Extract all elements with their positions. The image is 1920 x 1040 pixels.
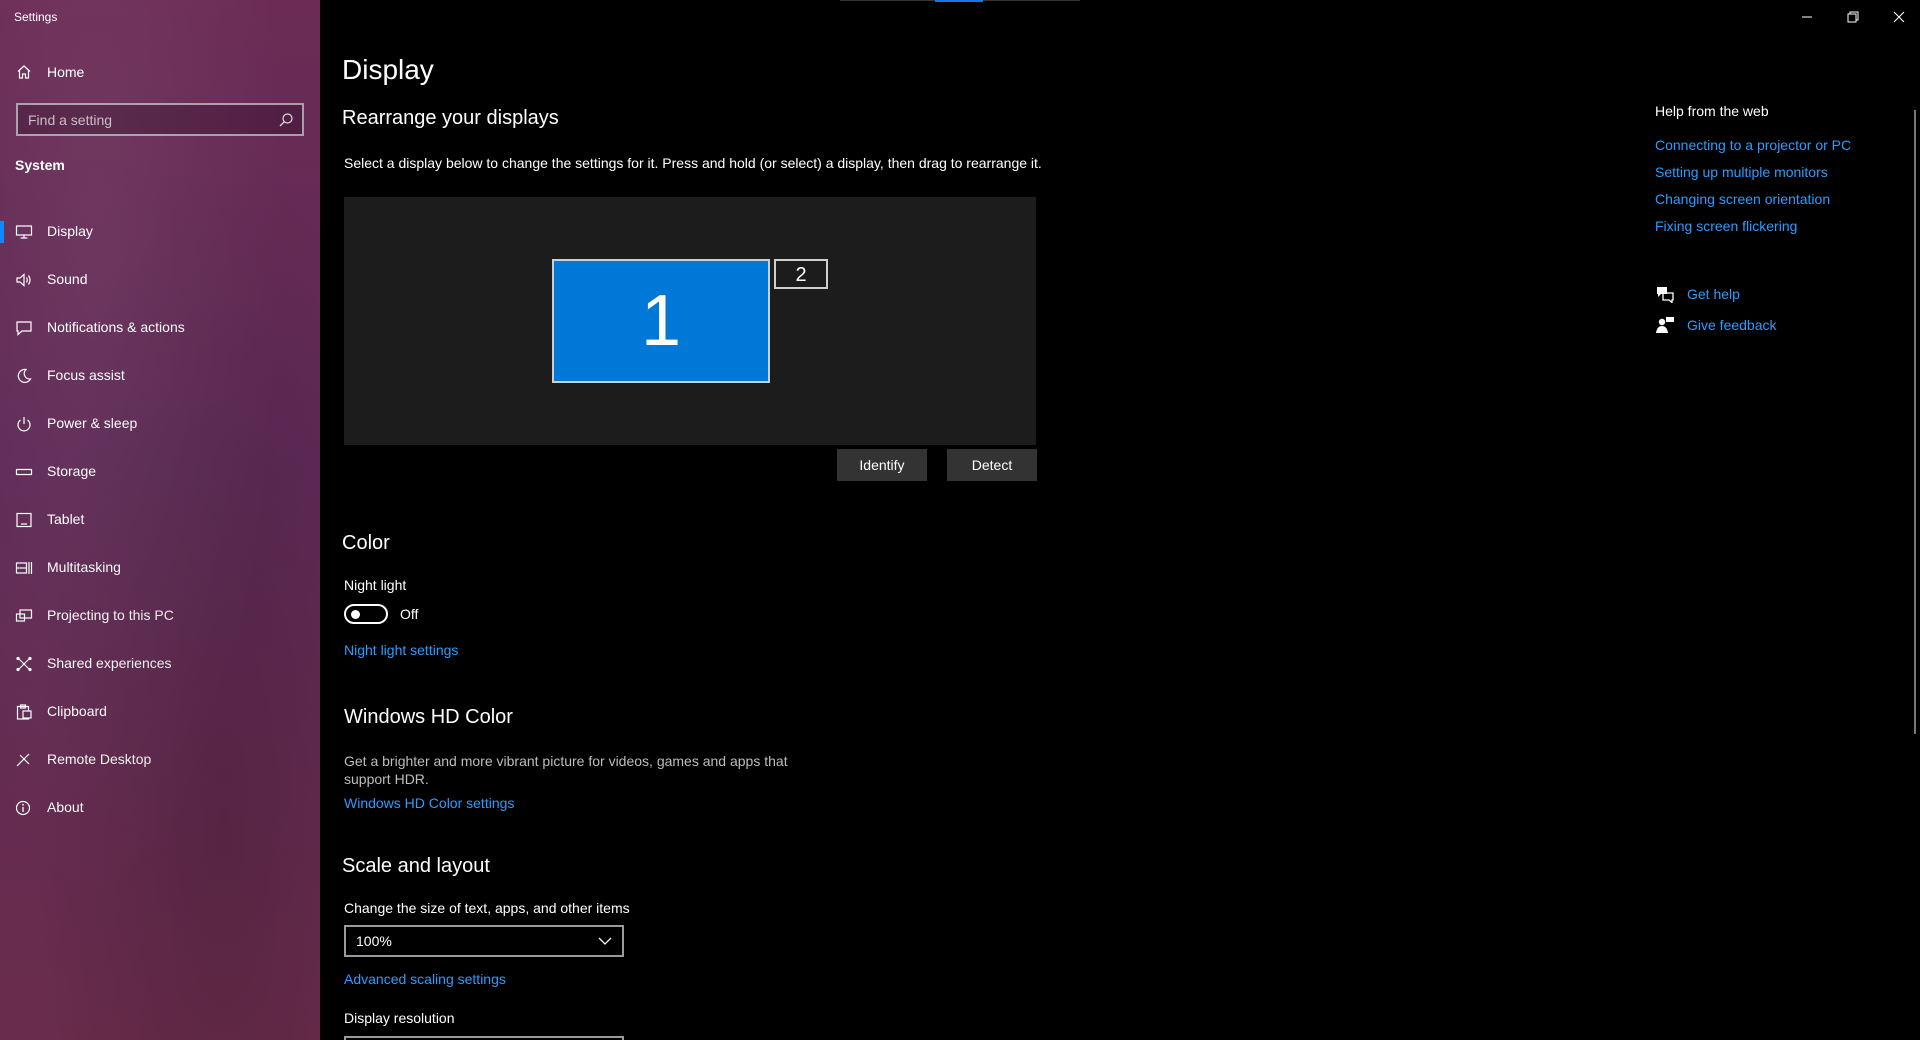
sidebar-item-about[interactable]: About xyxy=(0,784,320,832)
sidebar-item-label: Multitasking xyxy=(47,559,121,575)
sidebar-item-label: Tablet xyxy=(47,511,85,527)
sidebar-item-home[interactable]: Home xyxy=(0,58,320,86)
minimize-button[interactable] xyxy=(1796,6,1818,28)
scale-size-label: Change the size of text, apps, and other… xyxy=(344,900,630,916)
help-link-multiple-monitors[interactable]: Setting up multiple monitors xyxy=(1655,164,1828,180)
hdr-heading: Windows HD Color xyxy=(344,706,513,728)
scale-dropdown-value: 100% xyxy=(356,933,392,949)
color-heading: Color xyxy=(342,532,390,554)
sidebar-item-power-sleep[interactable]: Power & sleep xyxy=(0,400,320,448)
speaker-icon xyxy=(16,273,31,287)
rearrange-description: Select a display below to change the set… xyxy=(344,155,1042,171)
identify-button[interactable]: Identify xyxy=(837,449,927,481)
sidebar-item-label: Power & sleep xyxy=(47,415,138,431)
scale-dropdown[interactable]: 100% xyxy=(344,925,624,957)
page-title: Display xyxy=(342,54,434,85)
monitor-1-tile[interactable]: 1 xyxy=(552,259,770,383)
sidebar-item-focus-assist[interactable]: Focus assist xyxy=(0,352,320,400)
help-link-screen-flickering[interactable]: Fixing screen flickering xyxy=(1655,218,1797,234)
home-icon xyxy=(17,65,31,79)
sidebar-item-shared-experiences[interactable]: Shared experiences xyxy=(0,640,320,688)
sidebar-item-storage[interactable]: Storage xyxy=(0,448,320,496)
scale-heading: Scale and layout xyxy=(342,855,490,877)
sidebar-item-label: About xyxy=(47,799,84,815)
sidebar-item-display[interactable]: Display xyxy=(0,208,320,256)
projecting-icon xyxy=(15,609,33,622)
night-light-settings-link[interactable]: Night light settings xyxy=(344,642,458,658)
sidebar-item-label: Sound xyxy=(47,271,88,287)
sidebar-item-label: Focus assist xyxy=(47,367,125,383)
sidebar-item-label: Storage xyxy=(47,463,97,479)
give-feedback-label: Give feedback xyxy=(1687,317,1777,333)
night-light-toggle[interactable] xyxy=(344,604,388,624)
sidebar-item-label: Shared experiences xyxy=(47,655,172,671)
display-resolution-label: Display resolution xyxy=(344,1010,455,1026)
active-indicator xyxy=(0,221,4,243)
multitasking-icon xyxy=(15,562,33,574)
hdr-settings-link[interactable]: Windows HD Color settings xyxy=(344,795,514,811)
night-light-label: Night light xyxy=(344,577,407,593)
detect-button[interactable]: Detect xyxy=(947,449,1037,481)
display-arrangement-area: 1 2 xyxy=(344,197,1036,445)
sidebar-item-notifications[interactable]: Notifications & actions xyxy=(0,304,320,352)
sidebar-item-multitasking[interactable]: Multitasking xyxy=(0,544,320,592)
hdr-description: Get a brighter and more vibrant picture … xyxy=(344,753,788,787)
tablet-icon xyxy=(16,512,32,528)
restore-button[interactable] xyxy=(1842,6,1864,28)
monitor-icon xyxy=(15,225,33,239)
search-input[interactable] xyxy=(18,111,268,128)
shared-experiences-icon xyxy=(16,656,32,672)
main-content: Display Rearrange your displays Select a… xyxy=(320,0,1920,1040)
help-link-projector[interactable]: Connecting to a projector or PC xyxy=(1655,137,1851,153)
sidebar-item-label: Remote Desktop xyxy=(47,751,152,767)
get-help-button[interactable]: Get help xyxy=(1655,284,1740,304)
sidebar-item-tablet[interactable]: Tablet xyxy=(0,496,320,544)
sidebar-item-label: Clipboard xyxy=(47,703,107,719)
minimize-icon xyxy=(1802,16,1812,18)
sidebar-item-projecting[interactable]: Projecting to this PC xyxy=(0,592,320,640)
power-icon xyxy=(17,417,31,432)
section-label-system: System xyxy=(15,157,65,173)
sidebar-item-sound[interactable]: Sound xyxy=(0,256,320,304)
close-icon xyxy=(1893,11,1905,23)
sidebar-item-clipboard[interactable]: Clipboard xyxy=(0,688,320,736)
sidebar-nav: Display Sound Notifications & actions Fo… xyxy=(0,208,320,832)
clipboard-icon xyxy=(16,704,32,720)
sidebar-item-label: Notifications & actions xyxy=(47,319,185,335)
remote-desktop-icon xyxy=(16,753,30,767)
moon-icon xyxy=(17,368,32,383)
night-light-state: Off xyxy=(400,606,419,622)
chevron-down-icon xyxy=(598,937,612,945)
search-box[interactable] xyxy=(16,103,304,136)
info-icon xyxy=(15,800,31,816)
help-title: Help from the web xyxy=(1655,103,1769,119)
feedback-icon xyxy=(1656,317,1674,333)
storage-icon xyxy=(15,468,33,476)
top-tab-indicator xyxy=(840,0,1080,2)
restore-icon xyxy=(1847,11,1859,23)
home-label: Home xyxy=(47,64,85,80)
advanced-scaling-link[interactable]: Advanced scaling settings xyxy=(344,971,506,987)
get-help-label: Get help xyxy=(1687,286,1740,302)
chat-help-icon xyxy=(1657,287,1674,303)
resolution-dropdown[interactable] xyxy=(344,1036,624,1040)
search-icon[interactable] xyxy=(278,112,294,128)
sidebar: Settings Home System Display Sound Notif… xyxy=(0,0,320,1040)
give-feedback-button[interactable]: Give feedback xyxy=(1655,315,1777,335)
scrollbar[interactable] xyxy=(1914,110,1916,734)
notification-icon xyxy=(16,321,32,336)
help-link-screen-orientation[interactable]: Changing screen orientation xyxy=(1655,191,1830,207)
monitor-2-tile[interactable]: 2 xyxy=(774,259,828,289)
rearrange-heading: Rearrange your displays xyxy=(342,107,559,129)
sidebar-item-remote-desktop[interactable]: Remote Desktop xyxy=(0,736,320,784)
close-button[interactable] xyxy=(1888,6,1910,28)
sidebar-item-label: Projecting to this PC xyxy=(47,607,174,623)
app-title: Settings xyxy=(14,10,58,24)
sidebar-item-label: Display xyxy=(47,223,93,239)
toggle-knob xyxy=(351,610,360,619)
